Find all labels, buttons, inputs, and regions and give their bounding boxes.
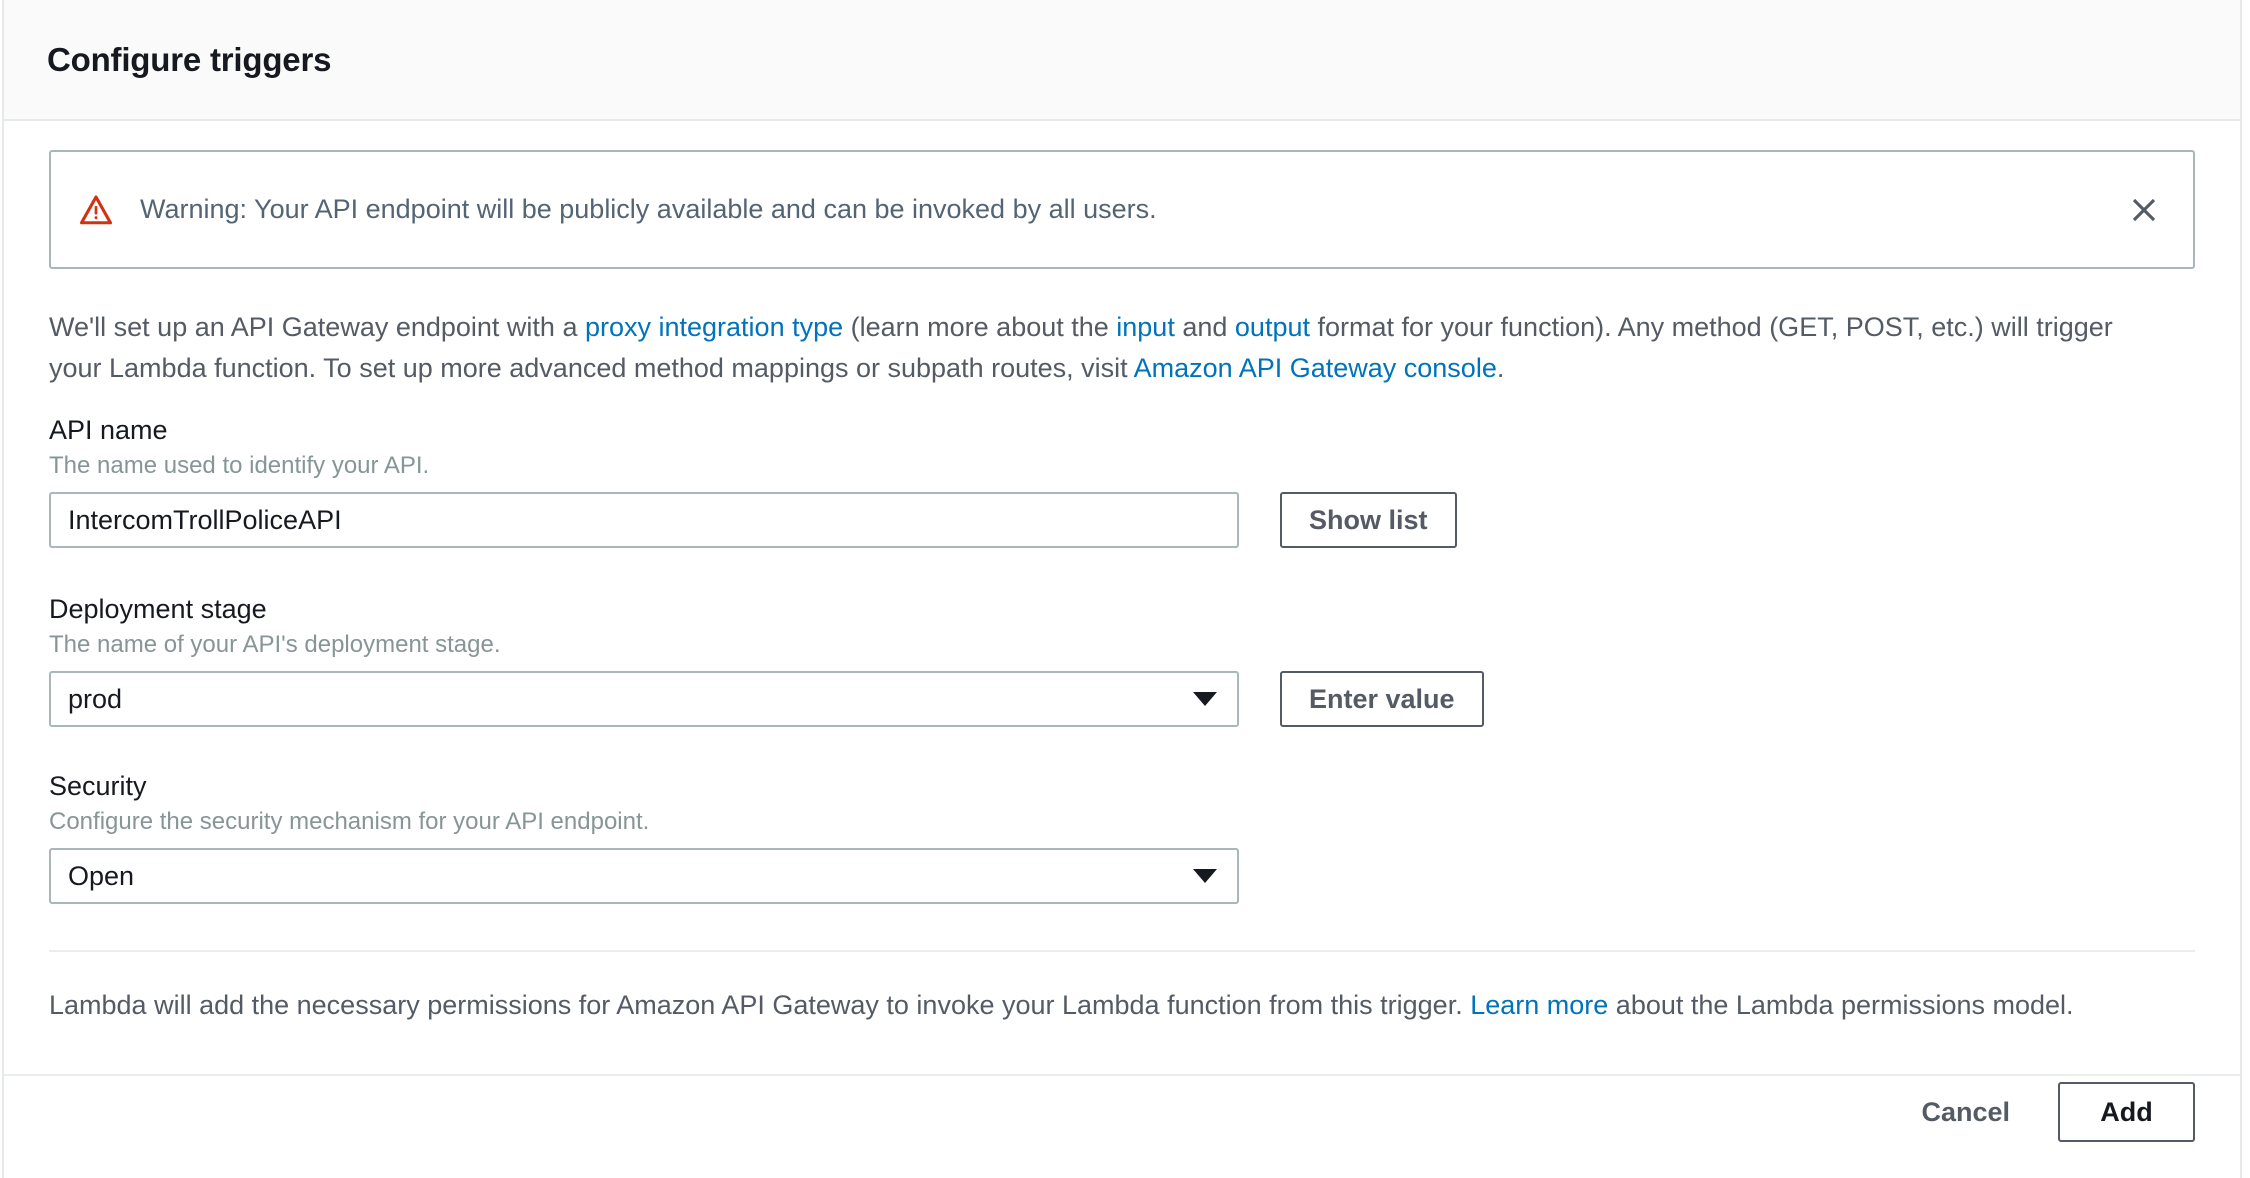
security-select[interactable]: Open xyxy=(49,848,1239,905)
learn-more-link[interactable]: Learn more xyxy=(1470,990,1608,1020)
api-name-label: API name xyxy=(49,415,168,445)
note-text-2: about the Lambda permissions model. xyxy=(1608,990,2074,1021)
panel-header: Configure triggers xyxy=(4,0,2240,121)
field-api-name: API name The name used to identify your … xyxy=(49,415,2195,549)
deployment-stage-row: prod Enter value xyxy=(49,671,2195,728)
api-name-description: The name used to identify your API. xyxy=(49,451,430,479)
input-link[interactable]: input xyxy=(1116,312,1175,342)
action-bar: Cancel Add xyxy=(1895,1082,2195,1142)
note-text-1: Lambda will add the necessary permission… xyxy=(49,990,1471,1021)
intro-text-1: We'll set up an API Gateway endpoint wit… xyxy=(49,312,585,342)
deployment-stage-value: prod xyxy=(68,683,123,714)
intro-text-5: . xyxy=(1496,353,1505,383)
intro-text-2: (learn more about the xyxy=(843,312,1117,342)
field-deployment-stage: Deployment stage The name of your API's … xyxy=(49,594,2195,728)
deployment-stage-select-wrap: prod xyxy=(49,671,1239,728)
page-title: Configure triggers xyxy=(47,40,332,78)
api-gateway-console-link[interactable]: Amazon API Gateway console xyxy=(1134,353,1497,383)
deployment-stage-description: The name of your API's deployment stage. xyxy=(49,630,501,658)
add-button[interactable]: Add xyxy=(2058,1082,2195,1142)
show-list-button[interactable]: Show list xyxy=(1280,492,1457,549)
proxy-integration-type-link[interactable]: proxy integration type xyxy=(585,312,843,342)
security-row: Open xyxy=(49,848,2195,905)
enter-value-button[interactable]: Enter value xyxy=(1280,671,1484,728)
api-name-row: Show list xyxy=(49,492,2195,549)
security-description: Configure the security mechanism for you… xyxy=(49,807,650,835)
deployment-stage-label: Deployment stage xyxy=(49,594,267,625)
output-link[interactable]: output xyxy=(1235,312,1310,342)
configure-triggers-screen: Configure triggers Warning: Your API end… xyxy=(0,0,2250,1178)
intro-paragraph: We'll set up an API Gateway endpoint wit… xyxy=(49,307,2169,389)
close-icon[interactable] xyxy=(2121,187,2167,233)
security-value: Open xyxy=(68,860,135,891)
trigger-config-form: API name The name used to identify your … xyxy=(49,415,2195,905)
warning-alert-message: Warning: Your API endpoint will be publi… xyxy=(140,194,1157,225)
warning-alert: Warning: Your API endpoint will be publi… xyxy=(49,150,2195,269)
panel-body: Warning: Your API endpoint will be publi… xyxy=(4,150,2240,1023)
warning-triangle-icon xyxy=(79,193,113,227)
note-divider xyxy=(49,950,2195,953)
api-name-input[interactable] xyxy=(49,492,1239,549)
deployment-stage-select[interactable]: prod xyxy=(49,671,1239,728)
configure-triggers-panel: Configure triggers Warning: Your API end… xyxy=(2,0,2242,1178)
security-select-wrap: Open xyxy=(49,848,1239,905)
cancel-button[interactable]: Cancel xyxy=(1895,1082,2036,1142)
permissions-note: Lambda will add the necessary permission… xyxy=(49,988,2195,1023)
field-security: Security Configure the security mechanis… xyxy=(49,771,2195,905)
security-label: Security xyxy=(49,771,147,802)
intro-text-3: and xyxy=(1174,312,1235,342)
action-bar-divider xyxy=(4,1074,2240,1076)
